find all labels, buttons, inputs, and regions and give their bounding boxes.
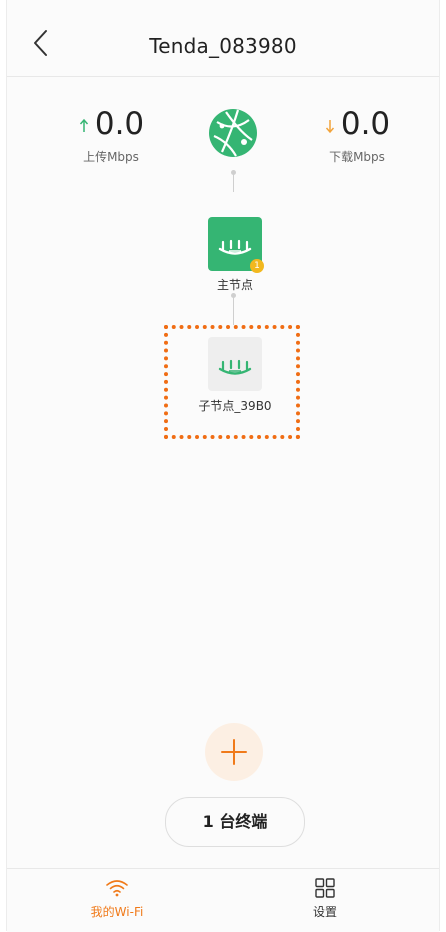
- wifi-icon: [106, 880, 128, 897]
- main-node-label: 主节点: [216, 278, 253, 292]
- nav-settings-label: 设置: [312, 905, 337, 919]
- notification-badge: 1: [250, 259, 264, 273]
- upload-value: 0.0: [94, 106, 145, 142]
- arrow-down-icon: [325, 120, 334, 134]
- header: Tenda_083980: [7, 0, 439, 77]
- terminals-button[interactable]: 1 台终端: [165, 797, 305, 847]
- nav-my-wifi[interactable]: 我的Wi-Fi: [62, 869, 172, 932]
- bottom-nav: 我的Wi-Fi 设置: [7, 868, 439, 932]
- globe-icon: [209, 109, 257, 157]
- plus-icon: [221, 739, 247, 765]
- download-value: 0.0: [340, 106, 391, 142]
- sub-node-label: 子节点_39B0: [198, 399, 272, 413]
- app-frame: Tenda_083980 0.0 上传Mbps 0.0 下载Mbps 1 主节点…: [6, 0, 440, 932]
- sub-node[interactable]: [208, 337, 262, 391]
- add-node-button[interactable]: [205, 723, 263, 781]
- download-unit: 下载Mbps: [329, 150, 385, 164]
- nav-settings[interactable]: 设置: [270, 869, 380, 932]
- upload-speed: 0.0 上传Mbps: [51, 104, 171, 165]
- page-title: Tenda_083980: [149, 34, 297, 58]
- download-speed: 0.0 下载Mbps: [297, 104, 417, 165]
- arrow-up-icon: [79, 118, 88, 132]
- grid-icon: [315, 878, 335, 898]
- router-icon: [218, 359, 252, 375]
- upload-unit: 上传Mbps: [83, 150, 139, 164]
- connector-line: [233, 297, 234, 325]
- nav-my-wifi-label: 我的Wi-Fi: [90, 905, 144, 919]
- connector-line: [233, 174, 234, 192]
